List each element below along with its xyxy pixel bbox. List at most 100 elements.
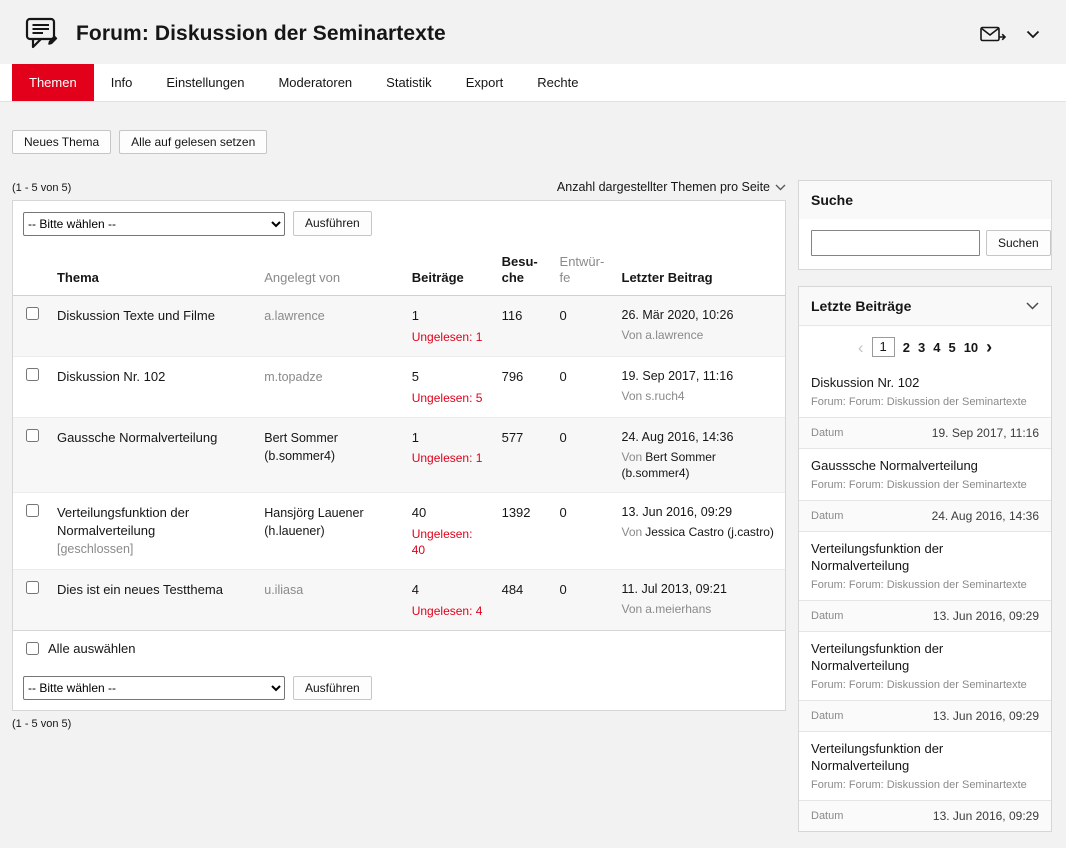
latest-post-title[interactable]: Verteilungsfunktion der Normalverteilung	[811, 641, 1039, 675]
column-header-thema[interactable]: Thema	[49, 246, 256, 296]
search-input[interactable]	[811, 230, 980, 256]
visits-count: 484	[502, 582, 524, 597]
latest-post-item: Verteilungsfunktion der Normalverteilung…	[799, 732, 1051, 831]
table-row: Diskussion Nr. 102 m.topadze 5 Ungelesen…	[13, 357, 785, 418]
content: Neues Thema Alle auf gelesen setzen (1 -…	[0, 130, 1066, 848]
last-post-date: 13. Jun 2016, 09:29	[622, 504, 777, 521]
bulk-execute-button-top[interactable]: Ausführen	[293, 211, 372, 235]
row-checkbox[interactable]	[26, 581, 39, 594]
created-by: a.lawrence	[264, 309, 324, 323]
tab-einstellungen[interactable]: Einstellungen	[149, 64, 261, 101]
latest-post-item: Verteilungsfunktion der Normalverteilung…	[799, 532, 1051, 632]
pager-page[interactable]: 5	[948, 340, 955, 355]
unread-link[interactable]: Ungelesen: 1	[412, 450, 486, 466]
tab-moderatoren[interactable]: Moderatoren	[261, 64, 369, 101]
topics-table: Thema Angelegt von Beiträge Besu-che Ent…	[13, 246, 785, 630]
unread-link[interactable]: Ungelesen: 40	[412, 526, 486, 558]
date-label: Datum	[811, 710, 843, 722]
topic-link[interactable]: Verteilungsfunktion der Normalverteilung	[57, 505, 189, 538]
header-actions	[980, 26, 1040, 43]
tab-bar: Themen Info Einstellungen Moderatoren St…	[0, 64, 1066, 102]
date-label: Datum	[811, 610, 843, 622]
pager-prev-icon[interactable]: ‹	[858, 339, 864, 356]
table-row: Dies ist ein neues Testthema u.iliasa 4 …	[13, 569, 785, 629]
last-post-author: Vons.ruch4	[622, 388, 777, 404]
date-label: Datum	[811, 810, 843, 822]
last-post-author: VonJessica Castro (j.castro)	[622, 524, 777, 540]
unread-link[interactable]: Ungelesen: 4	[412, 603, 486, 619]
search-button[interactable]: Suchen	[986, 230, 1051, 256]
bulk-action-select-bottom[interactable]: -- Bitte wählen --	[23, 676, 285, 700]
select-all-checkbox[interactable]	[26, 642, 39, 655]
unread-link[interactable]: Ungelesen: 1	[412, 329, 486, 345]
latest-post-date: 19. Sep 2017, 11:16	[932, 426, 1039, 440]
page-title: Forum: Diskussion der Seminartexte	[76, 22, 446, 46]
bulk-action-bottom: -- Bitte wählen -- Ausführen	[13, 666, 785, 710]
pager-page[interactable]: 2	[903, 340, 910, 355]
range-top: (1 - 5 von 5)	[12, 182, 71, 194]
column-header-beitraege[interactable]: Beiträge	[404, 246, 494, 296]
created-by-link[interactable]: Bert Sommer (b.sommer4)	[264, 431, 338, 463]
mark-all-read-button[interactable]: Alle auf gelesen setzen	[119, 130, 267, 154]
created-by-link[interactable]: Hansjörg Lauener (h.lauener)	[264, 506, 363, 538]
tab-rechte[interactable]: Rechte	[520, 64, 595, 101]
tab-info[interactable]: Info	[94, 64, 150, 101]
latest-post-title[interactable]: Gausssche Normalverteilung	[811, 458, 1039, 475]
latest-post-title[interactable]: Verteilungsfunktion der Normalverteilung	[811, 741, 1039, 775]
collapse-chevron-down-icon[interactable]	[1026, 302, 1039, 310]
topic-link[interactable]: Diskussion Texte und Filme	[57, 308, 215, 323]
pager-page[interactable]: 3	[918, 340, 925, 355]
last-post-author: VonBert Sommer (b.sommer4)	[622, 449, 777, 481]
drafts-count: 0	[560, 369, 567, 384]
topic-link[interactable]: Dies ist ein neues Testthema	[57, 582, 223, 597]
drafts-count: 0	[560, 582, 567, 597]
posts-count: 1	[412, 308, 419, 323]
actions-chevron-down-icon[interactable]	[1026, 30, 1040, 39]
latest-post-item: Gausssche Normalverteilung Forum: Forum:…	[799, 449, 1051, 532]
latest-post-item: Verteilungsfunktion der Normalverteilung…	[799, 632, 1051, 732]
latest-post-date: 13. Jun 2016, 09:29	[933, 709, 1039, 723]
last-post-date: 26. Mär 2020, 10:26	[622, 307, 777, 324]
row-checkbox[interactable]	[26, 504, 39, 517]
column-header-letzter-beitrag[interactable]: Letzter Beitrag	[614, 246, 785, 296]
search-panel: Suche Suchen	[798, 180, 1052, 270]
last-post-author: Vona.meierhans	[622, 601, 777, 617]
header-checkbox-spacer	[13, 246, 49, 296]
latest-post-title[interactable]: Diskussion Nr. 102	[811, 375, 1039, 392]
author-link[interactable]: Jessica Castro (j.castro)	[645, 525, 774, 539]
topic-closed-note: [geschlossen]	[57, 541, 248, 558]
drafts-count: 0	[560, 308, 567, 323]
row-checkbox[interactable]	[26, 368, 39, 381]
search-panel-title: Suche	[799, 181, 1051, 219]
table-row: Diskussion Texte und Filme a.lawrence 1 …	[13, 296, 785, 357]
forum-icon	[24, 16, 62, 52]
unread-link[interactable]: Ungelesen: 5	[412, 390, 486, 406]
per-page-toggle[interactable]: Anzahl dargestellter Themen pro Seite	[557, 180, 786, 194]
tab-statistik[interactable]: Statistik	[369, 64, 449, 101]
topic-link[interactable]: Gaussche Normalverteilung	[57, 430, 217, 445]
bulk-action-top: -- Bitte wählen -- Ausführen	[13, 201, 785, 245]
column-header-entwuerfe: Entwür-fe	[552, 246, 614, 296]
pager-next-icon[interactable]: ›	[986, 338, 992, 356]
tab-themen[interactable]: Themen	[12, 64, 94, 101]
new-topic-button[interactable]: Neues Thema	[12, 130, 111, 154]
posts-count: 4	[412, 582, 419, 597]
bulk-execute-button-bottom[interactable]: Ausführen	[293, 676, 372, 700]
row-checkbox[interactable]	[26, 429, 39, 442]
pager-page[interactable]: 10	[964, 340, 978, 355]
bulk-action-select-top[interactable]: -- Bitte wählen --	[23, 212, 285, 236]
column-header-besuche[interactable]: Besu-che	[494, 246, 552, 296]
pager-page[interactable]: 4	[933, 340, 940, 355]
date-label: Datum	[811, 427, 843, 439]
latest-post-title[interactable]: Verteilungsfunktion der Normalverteilung	[811, 541, 1039, 575]
tab-export[interactable]: Export	[449, 64, 521, 101]
drafts-count: 0	[560, 430, 567, 445]
drafts-count: 0	[560, 505, 567, 520]
topic-link[interactable]: Diskussion Nr. 102	[57, 369, 165, 384]
mail-icon[interactable]	[980, 26, 1006, 43]
row-checkbox[interactable]	[26, 307, 39, 320]
topics-section: (1 - 5 von 5) Anzahl dargestellter Theme…	[12, 180, 786, 730]
posts-count: 1	[412, 430, 419, 445]
latest-posts-pager: ‹ 1 2 3 4 5 10 ›	[799, 326, 1051, 366]
column-header-angelegt-von: Angelegt von	[256, 246, 403, 296]
